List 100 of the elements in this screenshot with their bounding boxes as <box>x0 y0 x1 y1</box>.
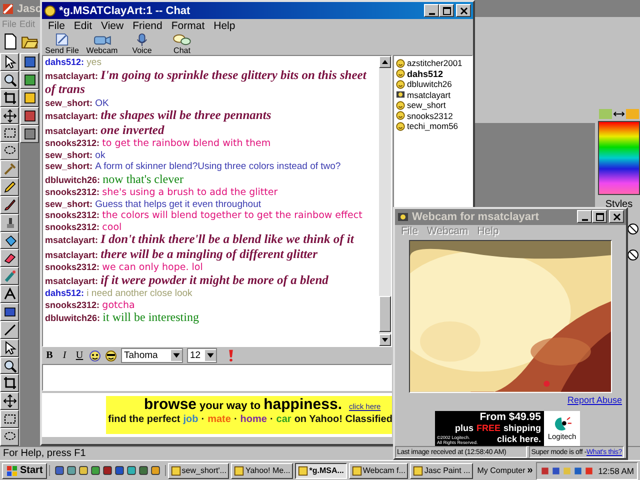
user-item[interactable]: azstitcher2001 <box>396 58 470 68</box>
launch-icon[interactable] <box>78 465 89 476</box>
chat-message: sew_short: Guess that helps get it even throughout <box>45 198 262 210</box>
tool-button[interactable] <box>0 320 19 339</box>
window-title: Jasc <box>17 2 42 14</box>
tool-button[interactable] <box>0 232 19 250</box>
tool-button[interactable] <box>0 249 19 268</box>
font-dropdown[interactable]: Tahoma <box>121 348 183 363</box>
start-button[interactable]: Start <box>2 462 47 478</box>
launch-icon[interactable] <box>150 465 161 476</box>
launch-icon[interactable] <box>66 465 77 476</box>
menu-item[interactable]: File <box>48 20 65 32</box>
launch-icon[interactable] <box>102 465 113 476</box>
tool-button[interactable] <box>0 410 19 428</box>
rectangle-icon <box>2 304 16 319</box>
minimize-icon <box>428 12 434 14</box>
user-item[interactable]: snooks2312 <box>396 110 470 121</box>
launch-icon[interactable] <box>126 465 137 476</box>
tool-button[interactable] <box>0 70 19 89</box>
tool-button[interactable] <box>0 178 19 196</box>
tool-button[interactable] <box>0 392 19 410</box>
scroll-thumb[interactable] <box>379 296 391 332</box>
user-item[interactable]: msatclayart <box>396 90 470 100</box>
tool-button[interactable] <box>0 142 19 160</box>
taskbar-button[interactable]: Jasc Paint ... <box>410 462 474 478</box>
tool-button[interactable] <box>0 374 19 392</box>
background-swatch[interactable] <box>626 109 639 119</box>
tool-button[interactable] <box>0 124 19 142</box>
taskbar-button[interactable]: *g.MSA... <box>295 462 347 478</box>
menu-item[interactable]: Help <box>214 20 236 32</box>
report-abuse-link[interactable]: Report Abuse <box>567 395 622 406</box>
ad-text: find the perfect <box>108 414 180 425</box>
user-item[interactable]: sew_short <box>396 100 470 110</box>
tool-button[interactable] <box>0 356 19 374</box>
taskbar-button[interactable]: Yahoo! Me... <box>231 462 294 478</box>
selection-icon <box>2 412 16 426</box>
swap-arrow-icon[interactable] <box>613 110 625 118</box>
tool-button[interactable] <box>20 125 39 143</box>
color-picker[interactable] <box>598 121 640 195</box>
format-button[interactable]: B <box>44 350 55 361</box>
user-item[interactable]: dbluwitch26 <box>396 79 470 90</box>
tool-button[interactable] <box>0 160 19 178</box>
tool-button[interactable] <box>0 428 19 446</box>
ad-text: From $49.95 <box>480 412 541 424</box>
menu-item[interactable]: Friend <box>132 20 162 32</box>
circle-icon[interactable] <box>627 222 639 236</box>
menu-item[interactable]: Edit <box>74 20 92 32</box>
ad-headline: your way to <box>200 400 261 412</box>
chat-message: msatclayart: there will be a mingling of different glitter <box>45 248 318 262</box>
exclamation-icon[interactable] <box>227 349 235 362</box>
circle-icon[interactable] <box>627 248 639 262</box>
taskbar-button[interactable]: sew_short'... <box>168 462 230 478</box>
square-icon <box>22 91 36 105</box>
launch-icon[interactable] <box>54 465 65 476</box>
tool-button[interactable] <box>0 214 19 232</box>
tool-button[interactable] <box>0 196 19 214</box>
size-dropdown[interactable]: 12 <box>187 348 217 363</box>
scroll-up-icon[interactable] <box>379 56 391 68</box>
toolbar-button[interactable]: Webcam <box>86 33 118 55</box>
ad-text: on Yahoo! Classified <box>294 414 392 425</box>
taskbar-button[interactable]: Webcam f... <box>348 462 408 478</box>
tool-button[interactable] <box>0 267 19 286</box>
user-item[interactable]: techi_mom56 <box>396 121 470 132</box>
scroll-down-icon[interactable] <box>379 334 391 346</box>
tool-button[interactable] <box>0 106 19 124</box>
tray-icon[interactable] <box>540 466 550 476</box>
chat-message: msatclayart: I'm going to sprinkle these glittery bits on this sheet of trans <box>45 68 368 98</box>
tray-icon[interactable] <box>573 466 584 476</box>
smiley-icon[interactable] <box>89 350 101 362</box>
tool-button[interactable] <box>0 53 19 71</box>
launch-icon[interactable] <box>90 465 101 476</box>
tool-button[interactable] <box>20 107 39 125</box>
tool-button[interactable] <box>0 338 19 357</box>
menu-item[interactable]: View <box>101 20 124 32</box>
foreground-swatch[interactable] <box>599 109 612 119</box>
launch-icon[interactable] <box>138 465 149 476</box>
chat-message: msatclayart: the shapes will be three pennants <box>45 109 272 124</box>
user-item[interactable]: dahs512 <box>396 68 470 79</box>
new-document-icon[interactable] <box>2 33 19 50</box>
tool-button[interactable] <box>20 53 39 71</box>
tray-icon[interactable] <box>551 466 562 476</box>
scrollbar[interactable] <box>379 56 391 346</box>
app-icon <box>2 2 14 14</box>
format-button[interactable]: U <box>74 350 85 361</box>
message-input[interactable] <box>42 364 392 391</box>
tool-button[interactable] <box>0 88 19 107</box>
launch-icon[interactable] <box>114 465 125 476</box>
tool-button[interactable] <box>0 303 19 321</box>
smiley-icon <box>396 80 405 89</box>
tray-icon[interactable] <box>584 466 594 476</box>
ad-text: · <box>270 414 274 425</box>
sunglasses-smiley-icon[interactable] <box>105 350 117 362</box>
tool-button[interactable] <box>20 71 39 89</box>
ad-text: home <box>240 414 267 425</box>
tool-button[interactable] <box>20 89 39 107</box>
tool-button[interactable] <box>0 285 19 304</box>
menu-item[interactable]: Format <box>171 20 205 32</box>
ad-text: car <box>276 414 292 425</box>
address-label: My Computer <box>477 466 526 475</box>
toolbar-button[interactable]: Send File <box>46 33 78 55</box>
